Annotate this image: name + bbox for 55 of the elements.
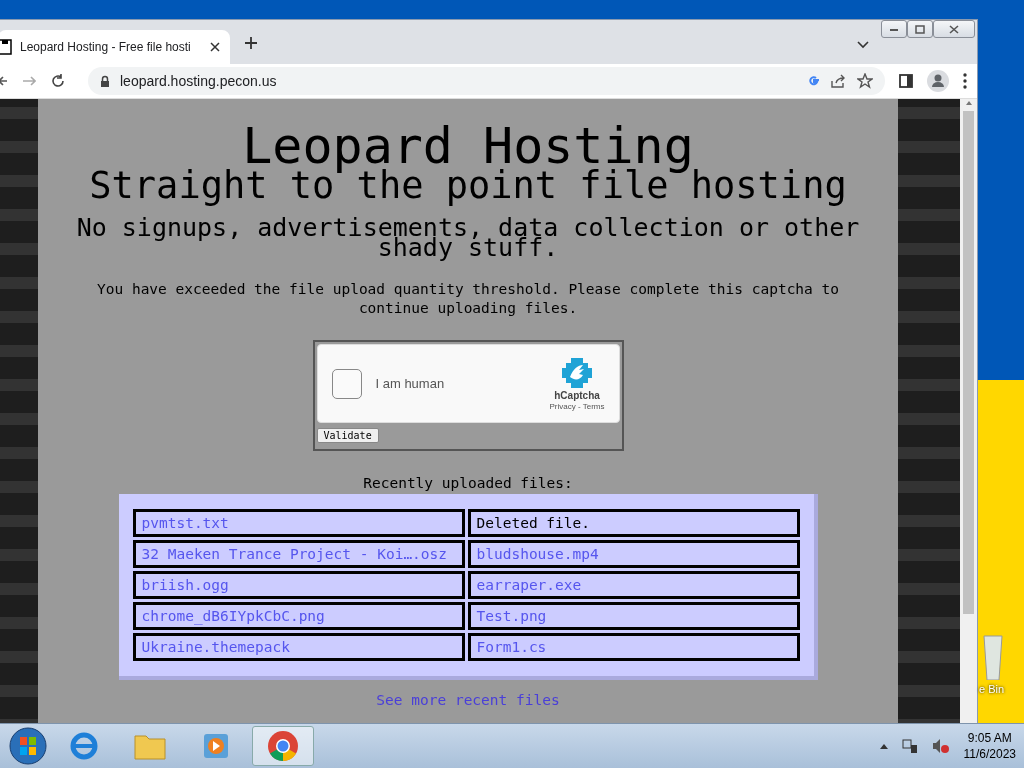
file-link-cell[interactable]: briish.ogg <box>132 571 465 599</box>
floppy-icon <box>0 39 12 55</box>
url-text: leopard.hosting.pecon.us <box>120 73 278 89</box>
back-icon[interactable] <box>0 74 8 88</box>
captcha-label: I am human <box>375 376 446 391</box>
close-button[interactable] <box>933 20 975 38</box>
close-icon <box>949 24 959 34</box>
menu-icon[interactable] <box>963 73 967 89</box>
recent-heading: Recently uploaded files: <box>363 475 573 491</box>
taskbar-app[interactable] <box>252 726 314 766</box>
minimize-icon <box>889 26 899 32</box>
close-icon[interactable] <box>210 42 220 52</box>
chrome-icon <box>267 730 299 762</box>
browser-e-icon <box>69 731 99 761</box>
captcha-brand: hCaptcha <box>554 389 600 401</box>
network-icon[interactable] <box>901 738 918 754</box>
muted-speaker-icon[interactable] <box>931 738 950 754</box>
file-link-cell[interactable]: Test.png <box>467 602 800 630</box>
new-tab-icon[interactable] <box>244 36 258 50</box>
tray-up-icon[interactable] <box>879 743 888 749</box>
file-link-cell[interactable]: bludshouse.mp4 <box>467 540 800 568</box>
maximize-button[interactable] <box>907 20 933 38</box>
clock[interactable]: 9:05 AM 11/6/2023 <box>963 730 1016 762</box>
desktop-icon-label: e Bin <box>979 683 1005 695</box>
reload-icon[interactable] <box>50 73 66 89</box>
address-bar[interactable]: leopard.hosting.pecon.us <box>88 67 885 95</box>
file-link-cell[interactable]: pvmtst.txt <box>132 509 465 537</box>
maximize-icon <box>915 24 925 34</box>
star-icon[interactable] <box>857 73 873 89</box>
file-link-cell[interactable]: 32 Maeken Trance Project - Koi….osz <box>132 540 465 568</box>
browser-tab[interactable]: Leopard Hosting - Free file hosti <box>0 30 230 64</box>
validate-button[interactable]: Validate <box>316 428 379 443</box>
start-button[interactable] <box>8 726 48 766</box>
share-icon[interactable] <box>831 74 847 88</box>
tab-title: Leopard Hosting - Free file hosti <box>20 40 192 54</box>
profile-icon[interactable] <box>927 70 949 92</box>
deleted-file-cell: Deleted file. <box>467 509 800 537</box>
chevron-down-icon[interactable] <box>857 41 869 49</box>
media-player-icon <box>202 732 230 760</box>
file-link-cell[interactable]: Ukraine.themepack <box>132 633 465 661</box>
captcha-checkbox[interactable] <box>331 368 362 399</box>
minimize-button[interactable] <box>881 20 907 38</box>
file-link-cell[interactable]: earraper.exe <box>467 571 800 599</box>
file-link-cell[interactable]: Form1.cs <box>467 633 800 661</box>
side-panel-icon[interactable] <box>899 74 913 88</box>
file-link-cell[interactable]: chrome_dB6IYpkCbC.png <box>132 602 465 630</box>
scroll-up-icon[interactable] <box>964 99 973 107</box>
more-files-link[interactable]: See more recent files <box>376 692 560 708</box>
scrollbar[interactable] <box>960 99 977 723</box>
lock-icon <box>100 74 110 88</box>
hand-logo-icon <box>561 356 593 389</box>
folder-icon <box>134 732 166 760</box>
google-icon[interactable] <box>807 74 821 88</box>
notice-text: You have exceeded the file upload quantity threshold. Please complete this captcha to continue uploading files. <box>96 280 840 318</box>
captcha-links[interactable]: Privacy - Terms <box>549 401 605 411</box>
